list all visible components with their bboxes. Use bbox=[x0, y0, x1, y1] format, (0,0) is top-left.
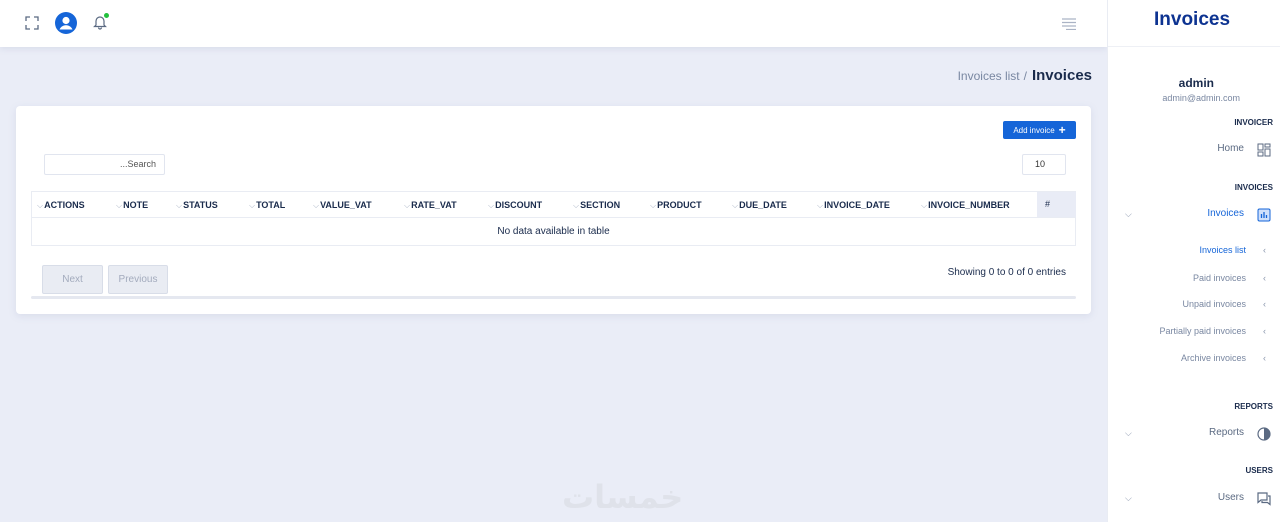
chevron-left-icon: ‹ bbox=[1263, 326, 1266, 336]
column-header[interactable]: ⌵SECTION bbox=[573, 192, 620, 218]
breadcrumb-separator: / bbox=[1023, 69, 1027, 83]
column-header[interactable]: ⌵DISCOUNT bbox=[488, 192, 542, 218]
user-avatar-icon[interactable] bbox=[55, 12, 77, 34]
chevron-down-icon: ⌵ bbox=[1125, 428, 1132, 438]
sidebar-subitem-paid-invoices[interactable]: Paid invoices bbox=[1193, 273, 1246, 283]
chevron-left-icon: ‹ bbox=[1263, 353, 1266, 363]
page-length-select[interactable]: 10 bbox=[1022, 154, 1066, 175]
invoices-table: ⌵ACTIONS ⌵NOTE ⌵STATUS ⌵TOTAL ⌵VALUE_VAT… bbox=[31, 191, 1076, 246]
column-header[interactable]: ⌵INVOICE_DATE bbox=[817, 192, 890, 218]
sidebar-subitem-unpaid-invoices[interactable]: Unpaid invoices bbox=[1182, 299, 1246, 309]
column-header[interactable]: ⌵TOTAL bbox=[249, 192, 285, 218]
column-header[interactable]: ⌵NOTE bbox=[116, 192, 148, 218]
next-page-button[interactable]: Next bbox=[42, 265, 103, 294]
page-title: Invoices bbox=[1031, 67, 1092, 84]
add-invoice-button[interactable]: Add invoice + bbox=[1003, 121, 1076, 139]
sidebar-item-users[interactable]: Users bbox=[1218, 492, 1244, 503]
menu-icon[interactable] bbox=[1061, 17, 1077, 35]
previous-page-button[interactable]: Previous bbox=[108, 265, 168, 294]
user-email: admin@admin.com bbox=[1162, 93, 1240, 103]
chevron-left-icon: ‹ bbox=[1263, 299, 1266, 309]
breadcrumb: Invoices list / Invoices bbox=[958, 67, 1092, 84]
fullscreen-icon[interactable] bbox=[25, 16, 39, 30]
chevron-down-icon: ⌵ bbox=[1125, 493, 1132, 503]
plus-icon: + bbox=[1058, 123, 1066, 137]
invoices-card: Add invoice + ...Search 10 ⌵ACTIONS ⌵NOT… bbox=[16, 106, 1091, 314]
pie-icon bbox=[1257, 427, 1271, 441]
sidebar-item-invoices[interactable]: Invoices bbox=[1207, 208, 1244, 219]
column-header[interactable]: ⌵STATUS bbox=[176, 192, 218, 218]
sidebar-category-invoices: INVOICES bbox=[1234, 183, 1273, 192]
dashboard-icon bbox=[1257, 143, 1271, 157]
column-header[interactable]: ⌵ACTIONS bbox=[37, 192, 85, 218]
column-header[interactable]: ⌵VALUE_VAT bbox=[313, 192, 372, 218]
column-header-index[interactable]: # bbox=[1037, 192, 1076, 217]
user-name: admin bbox=[1178, 76, 1214, 90]
sidebar-subitem-invoices-list[interactable]: Invoices list bbox=[1199, 245, 1246, 255]
chart-icon bbox=[1257, 208, 1271, 222]
watermark-logo: خمسات bbox=[562, 478, 684, 516]
sidebar-category-users: USERS bbox=[1245, 466, 1273, 475]
sidebar-subitem-archive-invoices[interactable]: Archive invoices bbox=[1181, 353, 1246, 363]
notification-dot bbox=[104, 13, 109, 18]
add-invoice-label: Add invoice bbox=[1013, 125, 1055, 135]
sidebar-category-reports: REPORTS bbox=[1234, 402, 1273, 411]
chevron-left-icon: ‹ bbox=[1263, 245, 1266, 255]
top-header bbox=[0, 0, 1107, 47]
search-input[interactable]: ...Search bbox=[44, 154, 165, 175]
column-header[interactable]: ⌵PRODUCT bbox=[650, 192, 702, 218]
chat-icon bbox=[1257, 492, 1271, 506]
entries-info: Showing 0 to 0 of 0 entries bbox=[947, 267, 1066, 278]
column-header[interactable]: ⌵RATE_VAT bbox=[404, 192, 457, 218]
column-header[interactable]: ⌵INVOICE_NUMBER bbox=[921, 192, 1010, 218]
table-header: ⌵ACTIONS ⌵NOTE ⌵STATUS ⌵TOTAL ⌵VALUE_VAT… bbox=[32, 192, 1076, 218]
breadcrumb-parent-link[interactable]: Invoices list bbox=[958, 69, 1020, 83]
sidebar-item-reports[interactable]: Reports bbox=[1209, 427, 1244, 438]
sidebar-subitem-partially-paid-invoices[interactable]: Partially paid invoices bbox=[1159, 326, 1246, 336]
chevron-down-icon: ⌵ bbox=[1125, 209, 1132, 219]
empty-table-message: No data available in table bbox=[497, 226, 610, 237]
sidebar-category-invoicer: INVOICER bbox=[1234, 118, 1273, 127]
horizontal-scrollbar[interactable] bbox=[31, 296, 1076, 299]
sidebar-item-home[interactable]: Home bbox=[1217, 143, 1244, 154]
chevron-left-icon: ‹ bbox=[1263, 273, 1266, 283]
sidebar-brand[interactable]: Invoices bbox=[1108, 0, 1280, 47]
sidebar: Invoices admin admin@admin.com INVOICER … bbox=[1107, 0, 1280, 522]
column-header[interactable]: ⌵DUE_DATE bbox=[732, 192, 787, 218]
